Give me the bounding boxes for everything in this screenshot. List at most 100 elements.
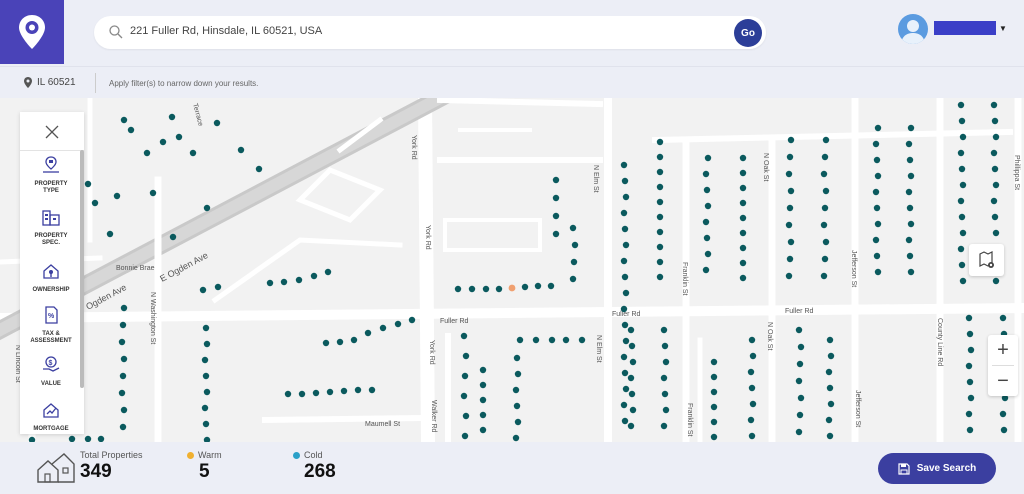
zoom-in-button[interactable]: + [988,335,1018,365]
property-marker[interactable] [906,204,914,212]
property-marker[interactable] [797,343,805,351]
app-logo[interactable] [0,0,64,64]
property-marker[interactable] [326,388,334,396]
property-marker[interactable] [120,116,128,124]
property-marker[interactable] [295,276,303,284]
property-marker[interactable] [873,204,881,212]
property-marker[interactable] [704,154,712,162]
property-marker[interactable] [336,338,344,346]
property-marker[interactable] [785,170,793,178]
property-marker[interactable] [656,228,664,236]
property-marker[interactable] [874,172,882,180]
property-marker[interactable] [905,140,913,148]
property-marker[interactable] [656,198,664,206]
property-marker[interactable] [992,181,1000,189]
property-marker[interactable] [662,406,670,414]
property-marker[interactable] [991,117,999,125]
property-marker[interactable] [350,336,358,344]
property-marker[interactable] [266,279,274,287]
property-marker[interactable] [280,278,288,286]
property-marker[interactable] [739,274,747,282]
property-marker[interactable] [621,177,629,185]
property-marker[interactable] [120,304,128,312]
property-marker[interactable] [661,342,669,350]
property-marker[interactable] [548,336,556,344]
property-marker[interactable] [620,353,628,361]
property-marker[interactable] [906,252,914,260]
property-marker[interactable] [552,212,560,220]
property-marker[interactable] [907,268,915,276]
property-marker[interactable] [213,119,221,127]
property-marker[interactable] [468,285,476,293]
property-marker[interactable] [656,273,664,281]
property-marker[interactable] [873,252,881,260]
property-marker[interactable] [479,366,487,374]
property-marker[interactable] [621,369,629,377]
property-marker[interactable] [739,184,747,192]
property-marker[interactable] [627,326,635,334]
property-marker[interactable] [992,229,1000,237]
property-marker[interactable] [906,156,914,164]
property-marker[interactable] [534,282,542,290]
property-marker[interactable] [169,233,177,241]
property-marker[interactable] [822,238,830,246]
property-marker[interactable] [621,225,629,233]
property-marker[interactable] [656,183,664,191]
property-marker[interactable] [966,426,974,434]
property-marker[interactable] [873,156,881,164]
property-marker[interactable] [821,204,829,212]
property-marker[interactable] [958,213,966,221]
property-marker[interactable] [820,221,828,229]
property-marker[interactable] [621,321,629,329]
property-marker[interactable] [562,336,570,344]
property-marker[interactable] [521,283,529,291]
property-marker[interactable] [958,117,966,125]
property-marker[interactable] [967,346,975,354]
property-marker[interactable] [825,416,833,424]
search-input[interactable]: 221 Fuller Rd, Hinsdale, IL 60521, USA [130,25,322,37]
property-marker[interactable] [547,282,555,290]
property-marker[interactable] [907,220,915,228]
property-marker[interactable] [627,374,635,382]
property-marker[interactable] [907,124,915,132]
property-marker[interactable] [872,140,880,148]
property-marker[interactable] [143,149,151,157]
property-marker[interactable] [127,126,135,134]
property-marker[interactable] [340,387,348,395]
property-marker[interactable] [710,373,718,381]
property-marker[interactable] [622,385,630,393]
property-marker[interactable] [710,388,718,396]
property-marker[interactable] [512,434,520,442]
property-marker[interactable] [622,193,630,201]
property-marker[interactable] [820,170,828,178]
property-marker[interactable] [113,192,121,200]
property-marker[interactable] [189,149,197,157]
property-marker[interactable] [796,411,804,419]
property-marker[interactable] [202,372,210,380]
side-panel-scrollbar[interactable] [80,150,84,388]
property-marker[interactable] [795,326,803,334]
property-marker[interactable] [656,138,664,146]
property-marker[interactable] [203,388,211,396]
property-marker[interactable] [552,194,560,202]
property-marker[interactable] [629,358,637,366]
property-marker[interactable] [992,133,1000,141]
property-marker[interactable] [656,168,664,176]
property-marker[interactable] [168,113,176,121]
property-marker[interactable] [990,197,998,205]
property-map[interactable]: York Rd York Rd York Rd Ogden Ave E Ogde… [0,98,1024,442]
property-marker[interactable] [570,258,578,266]
property-marker[interactable] [120,406,128,414]
property-marker[interactable] [874,220,882,228]
property-marker[interactable] [656,213,664,221]
property-marker[interactable] [159,138,167,146]
property-marker[interactable] [513,354,521,362]
property-marker[interactable] [825,368,833,376]
property-marker[interactable] [120,355,128,363]
property-marker[interactable] [552,176,560,184]
property-marker[interactable] [821,153,829,161]
property-marker[interactable] [826,336,834,344]
property-marker[interactable] [827,352,835,360]
property-marker[interactable] [322,339,330,347]
property-marker[interactable] [620,161,628,169]
